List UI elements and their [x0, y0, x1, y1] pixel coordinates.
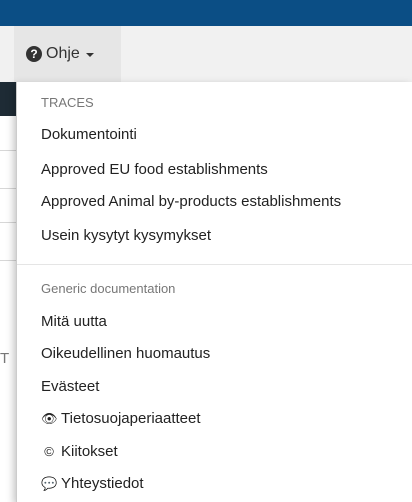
- background-dark-panel: [0, 82, 16, 116]
- top-bar: [0, 0, 412, 26]
- background-page: [0, 82, 16, 502]
- menu-header-traces: TRACES: [41, 95, 94, 110]
- menu-item-label: Tietosuojaperiaatteet: [61, 410, 201, 427]
- help-label: Ohje: [46, 45, 80, 62]
- menu-item-contact[interactable]: 💬 Yhteystiedot: [41, 475, 144, 492]
- menu-item-cookies[interactable]: Evästeet: [41, 378, 99, 395]
- copyright-icon: ©: [44, 444, 54, 459]
- menu-item-whats-new[interactable]: Mitä uutta: [41, 313, 107, 330]
- caret-down-icon: [85, 53, 94, 57]
- chat-bubble-icon: 💬: [41, 476, 58, 491]
- menu-item-label: Yhteystiedot: [61, 475, 144, 492]
- menu-item-privacy[interactable]: 👁 Tietosuojaperiaatteet: [41, 410, 201, 427]
- help-dropdown-toggle[interactable]: ? Ohje: [14, 26, 121, 82]
- menu-item-approved-animal-byproducts[interactable]: Approved Animal by-products establishmen…: [41, 193, 341, 210]
- menu-item-dokumentointi[interactable]: Dokumentointi: [41, 126, 137, 143]
- background-divider: [0, 188, 16, 189]
- background-divider: [0, 222, 16, 223]
- background-divider: [0, 150, 16, 151]
- menu-header-generic-documentation: Generic documentation: [41, 281, 176, 296]
- help-dropdown-menu: TRACES Dokumentointi Approved EU food es…: [16, 82, 412, 502]
- menu-item-approved-eu-food[interactable]: Approved EU food establishments: [41, 161, 268, 178]
- menu-item-acknowledgements[interactable]: © Kiitokset: [41, 443, 118, 460]
- menu-divider: [17, 264, 412, 265]
- eye-icon: 👁: [41, 411, 58, 426]
- menu-item-legal-notice[interactable]: Oikeudellinen huomautus: [41, 345, 210, 362]
- question-circle-icon: ?: [26, 46, 42, 62]
- background-text: T: [0, 350, 10, 367]
- menu-item-label: Kiitokset: [61, 443, 118, 460]
- menu-item-faq[interactable]: Usein kysytyt kysymykset: [41, 227, 211, 244]
- background-divider: [0, 260, 16, 261]
